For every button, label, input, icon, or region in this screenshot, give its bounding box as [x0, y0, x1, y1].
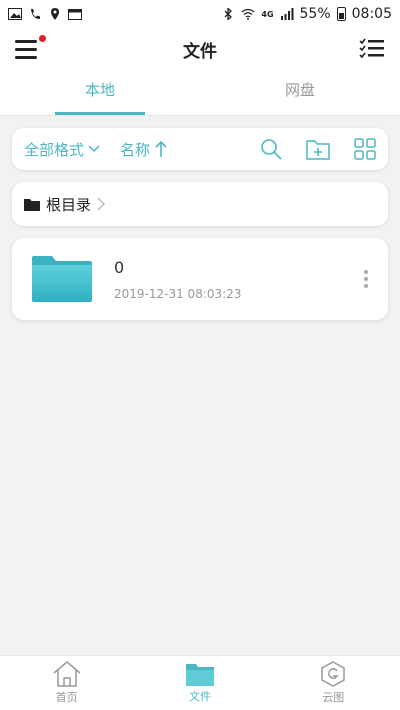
checklist-icon[interactable]	[359, 38, 385, 60]
nav-item-home[interactable]: 首页	[0, 656, 133, 710]
sort-ascending-icon	[155, 140, 167, 157]
nav-item-label: 文件	[188, 690, 211, 703]
notification-dot	[39, 35, 46, 42]
battery-icon	[336, 7, 346, 21]
breadcrumb: 根目录	[12, 182, 388, 226]
gallery-icon	[8, 8, 22, 20]
format-filter-button[interactable]: 全部格式	[24, 139, 100, 160]
nav-item-cloud-map[interactable]: 云图	[267, 656, 400, 710]
file-timestamp: 2019-12-31 08:03:23	[114, 286, 242, 301]
tab-bar: 本地 网盘	[0, 70, 400, 116]
menu-button[interactable]	[15, 35, 46, 60]
wifi-icon	[241, 8, 255, 20]
nav-item-label: 首页	[55, 691, 78, 704]
status-bar: 4G 55% 08:05	[0, 0, 400, 28]
breadcrumb-root[interactable]: 根目录	[46, 194, 91, 215]
nav-item-files[interactable]: 文件	[133, 656, 266, 710]
more-dot-icon	[364, 277, 368, 281]
more-options-button[interactable]	[364, 270, 368, 288]
tab-local[interactable]: 本地	[0, 70, 200, 115]
search-icon[interactable]	[260, 138, 282, 160]
more-dot-icon	[364, 270, 368, 274]
tab-cloud-drive[interactable]: 网盘	[200, 70, 400, 115]
app-bar: 文件	[0, 28, 400, 70]
page-title: 文件	[183, 41, 217, 62]
bottom-nav: 首页 文件 云图	[0, 655, 400, 710]
chevron-down-icon	[88, 145, 100, 153]
sort-label: 名称	[120, 140, 151, 159]
new-folder-icon[interactable]	[306, 138, 330, 160]
file-toolbar: 全部格式 名称	[12, 128, 388, 170]
folder-icon	[24, 198, 40, 211]
missed-call-icon	[31, 9, 40, 19]
list-item[interactable]: 0 2019-12-31 08:03:23	[12, 238, 388, 320]
more-dot-icon	[364, 284, 368, 288]
location-icon	[51, 8, 59, 20]
grid-view-icon[interactable]	[354, 138, 376, 160]
folder-icon	[32, 256, 92, 302]
sort-button[interactable]: 名称	[120, 139, 168, 160]
home-icon	[53, 661, 81, 687]
clock: 08:05	[351, 6, 392, 22]
network-type-label: 4G	[261, 9, 274, 19]
chevron-right-icon	[97, 197, 106, 211]
format-filter-label: 全部格式	[24, 140, 85, 159]
cloud-map-icon	[321, 661, 346, 687]
signal-icon	[280, 8, 294, 20]
bluetooth-icon	[224, 8, 233, 20]
battery-percent: 55%	[299, 6, 331, 22]
calendar-icon	[68, 9, 82, 20]
folder-icon	[185, 664, 214, 686]
file-name: 0	[114, 257, 125, 277]
nav-item-label: 云图	[322, 691, 345, 704]
